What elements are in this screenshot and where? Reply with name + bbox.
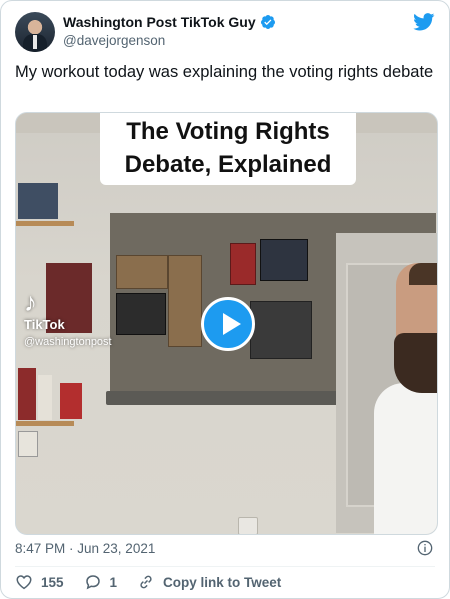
- like-button[interactable]: 155: [15, 573, 64, 591]
- avatar-shirt: [33, 35, 37, 49]
- wall-sign: [18, 431, 38, 457]
- tweet-timestamp[interactable]: 8:47 PM · Jun 23, 2021: [15, 541, 155, 556]
- play-icon[interactable]: [201, 297, 255, 351]
- author-display-name[interactable]: Washington Post TikTok Guy: [63, 14, 256, 30]
- person-hair: [409, 263, 437, 285]
- shelf-books: [18, 368, 36, 420]
- wall-outlet: [238, 517, 258, 534]
- divider: [15, 566, 435, 567]
- video-player[interactable]: The Voting Rights Debate, Explained ♪ Ti…: [15, 112, 438, 535]
- reply-count: 1: [109, 574, 118, 590]
- shelf-books: [60, 383, 82, 419]
- video-caption: The Voting Rights Debate, Explained: [100, 113, 356, 185]
- tiktok-brand: TikTok: [24, 317, 65, 332]
- wall-shelf: [16, 221, 74, 226]
- tiktok-username: @washingtonpost: [24, 336, 112, 348]
- video-caption-line-1: The Voting Rights: [126, 118, 330, 145]
- tiktok-logo-icon: ♪: [24, 287, 37, 317]
- wall-shelf: [16, 421, 74, 426]
- person-beard: [394, 333, 437, 393]
- tiktok-watermark: ♪ TikTok @washingtonpost: [24, 289, 112, 348]
- like-count: 155: [41, 574, 64, 590]
- kitchen-appliance: [260, 239, 308, 281]
- link-icon: [140, 575, 152, 589]
- video-person: [374, 263, 437, 534]
- tweet-actions: 155 1 Copy link to Tweet: [15, 573, 301, 591]
- twitter-bird-icon[interactable]: [413, 13, 435, 31]
- author-avatar[interactable]: [15, 12, 55, 52]
- author-name-row[interactable]: Washington Post TikTok Guy: [63, 14, 276, 30]
- tweet-text: My workout today was explaining the voti…: [15, 63, 434, 81]
- tweet-card[interactable]: Washington Post TikTok Guy @davejorgenso…: [0, 0, 450, 599]
- reply-button[interactable]: 1: [84, 573, 118, 591]
- shelf-books: [18, 183, 58, 219]
- heart-icon: [16, 575, 32, 590]
- copy-link-button[interactable]: Copy link to Tweet: [137, 573, 281, 591]
- microwave: [116, 293, 166, 335]
- verified-badge-icon: [260, 15, 275, 29]
- refrigerator: [250, 301, 312, 359]
- reply-icon: [85, 575, 100, 590]
- kitchen-cabinet: [168, 255, 202, 347]
- person-shirt: [374, 383, 437, 534]
- video-caption-line-2: Debate, Explained: [124, 151, 332, 178]
- shelf-books: [38, 375, 52, 420]
- author-handle[interactable]: @davejorgenson: [63, 33, 165, 48]
- copy-link-label: Copy link to Tweet: [163, 574, 282, 590]
- kitchen-box: [230, 243, 256, 285]
- kitchen-cabinet: [116, 255, 168, 289]
- info-icon[interactable]: [417, 540, 433, 556]
